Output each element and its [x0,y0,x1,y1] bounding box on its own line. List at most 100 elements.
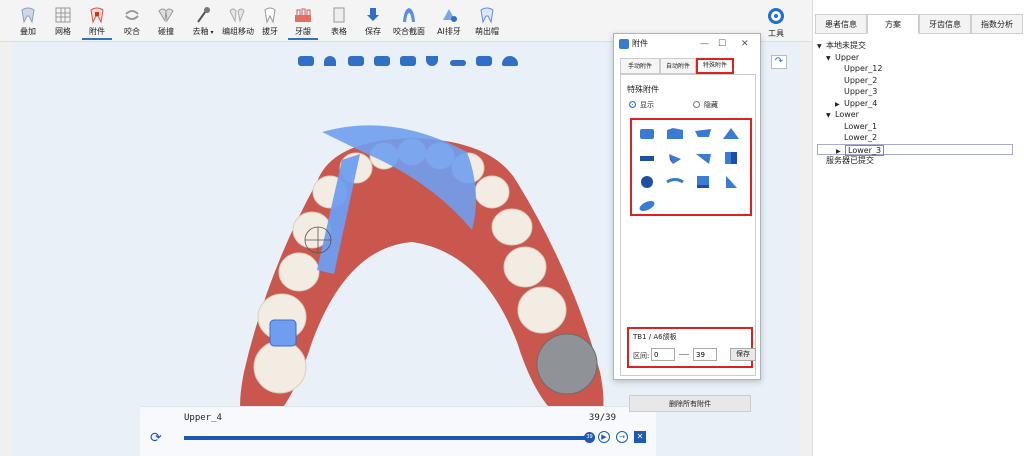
minimize-icon[interactable]: — [700,34,709,54]
arc-attachment-icon[interactable] [664,172,686,192]
extraction-button[interactable]: 拔牙 [258,6,282,40]
wedge-attachment-icon[interactable] [720,124,742,144]
right-panel: 患者信息 方案 牙齿信息 指数分析 ▼ 本地未提交 ▼ Upper Upper_12… [812,0,1024,456]
tree-node-local[interactable]: ▼ 本地未提交 [817,40,1021,52]
step-slider-track[interactable] [184,436,588,440]
collision-icon [158,8,174,23]
close-icon[interactable]: ✕ [741,34,749,54]
dialog-titlebar[interactable]: 附件 — ☐ ✕ [614,34,760,54]
play-icon[interactable]: ▶ [598,431,610,443]
tb1-range-box: TB1 / A6颌板 区间: 保存 [627,327,756,368]
toolbar-label: 萌出帽 [475,27,499,36]
cube-attachment-icon[interactable] [720,148,742,168]
tree-node-upper-3[interactable]: Upper_3 [817,86,1021,98]
range-to-input[interactable] [693,348,717,361]
radio-label: 隐藏 [704,101,718,109]
toolbar-label: 网格 [55,27,71,36]
maximize-icon[interactable]: ☐ [718,34,726,54]
tools-label: 工具 [768,29,784,38]
ai-arrange-button[interactable]: AI排牙 [434,6,464,40]
view-top-icon[interactable] [374,56,390,66]
square-attachment-icon[interactable] [692,172,714,192]
grid-button[interactable]: 网格 [49,6,77,40]
close-timeline-icon[interactable]: ✕ [634,431,646,443]
eruption-cap-button[interactable]: 萌出帽 [472,6,502,40]
toolbar-label: 表格 [331,27,347,36]
save-icon [367,8,379,21]
occlusion-button[interactable]: 咬合 [118,6,146,40]
tree-node-upper-4[interactable]: ▶ Upper_4 [817,98,1021,110]
overlay-button[interactable]: 叠加 [14,6,42,40]
toolbar-label: 保存 [365,27,381,36]
tab-patient-info[interactable]: 患者信息 [815,14,867,34]
toolbar-label: 去釉 [192,27,209,36]
view-upper-icon[interactable] [324,56,336,66]
tree-label: Upper_12 [844,64,883,73]
section-title: 特殊附件 [627,85,659,94]
redo-icon[interactable]: ↷ [771,55,787,69]
view-front-icon[interactable] [298,56,314,66]
group-move-icon [229,8,245,23]
tree-label: Upper [835,52,860,62]
chevron-down-icon: ▾ [208,29,214,36]
step-slider-handle[interactable]: 39 [584,432,595,443]
tree-node-upper[interactable]: ▼ Upper [817,52,1021,64]
occlusion-icon [125,10,139,20]
tree-node-upper-12[interactable]: Upper_12 [817,63,1021,75]
tab-index-analysis[interactable]: 指数分析 [971,14,1023,34]
tab-plan[interactable]: 方案 [867,14,919,34]
tree-node-upper-2[interactable]: Upper_2 [817,75,1021,87]
prism-attachment-icon[interactable] [664,148,686,168]
range-from-input[interactable] [651,348,675,361]
gingiva-button[interactable]: 牙龈 [288,6,318,40]
flag-attachment-icon[interactable] [664,124,686,144]
next-step-icon[interactable]: → [616,431,628,443]
bite-section-button[interactable]: 咬合截面 [392,6,426,40]
tree-label: 本地未提交 [826,41,866,50]
ai-arrange-icon [443,9,457,22]
tree-node-lower-1[interactable]: Lower_1 [817,121,1021,133]
tree-node-server[interactable]: 服务器已提交 [817,155,1021,167]
toolbar-label: 咬合截面 [393,27,425,36]
delete-all-attachments-button[interactable]: 删除所有附件 [629,395,751,412]
attachment-dialog: 附件 — ☐ ✕ 手动附件 自动附件 特殊附件 特殊附件 显示 隐藏 TB1 /… [613,33,761,412]
dialog-title: 附件 [632,39,648,48]
ipr-button[interactable]: 去釉 ▾ [188,6,218,40]
view-left-icon[interactable] [400,56,416,66]
rect-attachment-icon[interactable] [636,124,658,144]
step-timeline: Upper_4 39/39 ⟳ 39 ▶ → ✕ [140,406,656,456]
reset-icon[interactable]: ⟳ [150,430,166,446]
step-count: 39/39 [588,413,616,423]
tab-manual-attachment[interactable]: 手动附件 [620,58,660,74]
tree-node-lower-3[interactable]: ▶ Lower_3 [817,143,1013,156]
tab-auto-attachment[interactable]: 自动附件 [660,58,696,74]
radio-hide[interactable]: 隐藏 [693,100,718,110]
bevel-attachment-icon[interactable] [692,124,714,144]
hook-attachment-icon[interactable] [720,172,742,192]
range-label: 区间: [633,352,650,360]
triangle-attachment-icon[interactable] [692,148,714,168]
attachment-button[interactable]: 附件 [82,6,112,40]
view-right-icon[interactable] [348,56,364,66]
round-attachment-icon[interactable] [636,172,658,192]
tools-button[interactable]: 工具 [762,8,790,39]
table-button[interactable]: 表格 [326,6,352,40]
tree-node-lower[interactable]: ▼ Lower [817,109,1021,121]
save-button[interactable]: 保存 [730,348,756,361]
collision-button[interactable]: 碰撞 [152,6,180,40]
view-flat-icon[interactable] [450,60,466,66]
tooth-overlay-icon [21,7,35,24]
toolbar-label: 拔牙 [262,27,278,36]
save-toolbar-button[interactable]: 保存 [360,6,386,40]
bar-attachment-icon[interactable] [636,148,658,168]
tree-node-lower-2[interactable]: Lower_2 [817,132,1021,144]
tab-special-attachment[interactable]: 特殊附件 [696,58,734,74]
view-split-icon[interactable] [476,56,492,66]
capsule-attachment-icon[interactable] [636,196,658,216]
group-move-button[interactable]: 编组移动 [222,6,254,40]
toolbar-label: 叠加 [20,27,36,36]
tab-tooth-info[interactable]: 牙齿信息 [919,14,971,34]
view-arch-icon[interactable] [502,56,518,66]
radio-show[interactable]: 显示 [629,100,654,110]
tree-label: Lower_2 [844,133,878,142]
